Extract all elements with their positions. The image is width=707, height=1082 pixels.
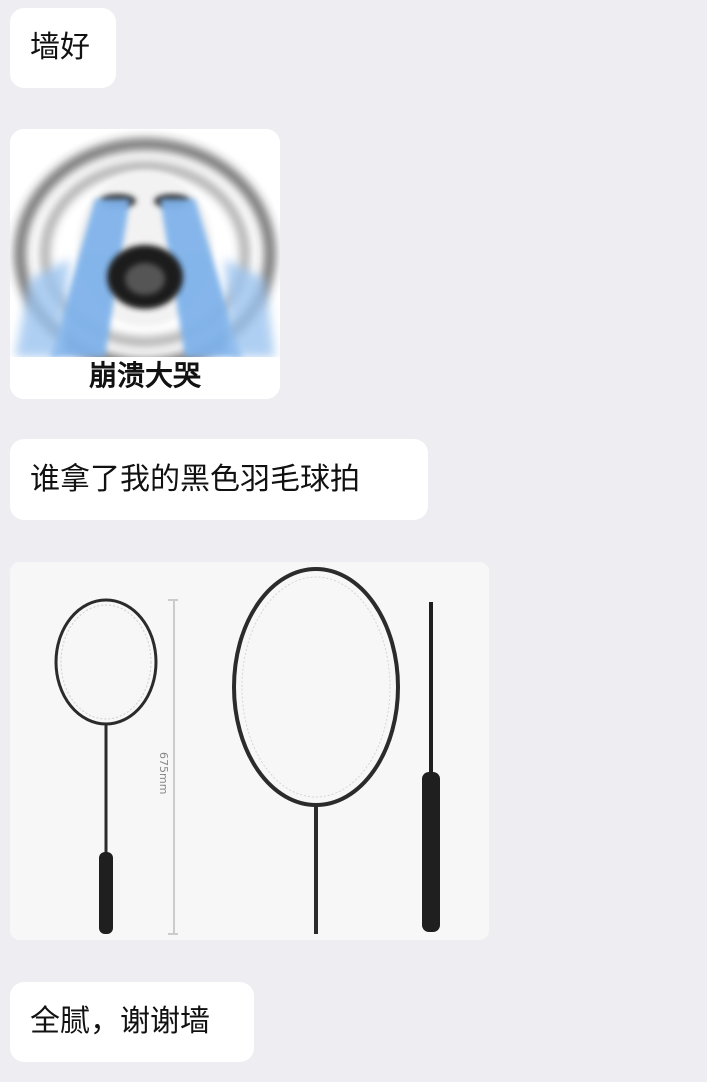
image-message[interactable]: 675mm — [10, 562, 489, 940]
sticker-caption: 崩溃大哭 — [88, 359, 201, 392]
sticker-message[interactable]: 崩溃大哭 — [10, 129, 280, 399]
message-text: 全腻，谢谢墙 — [30, 1004, 210, 1039]
message-bubble[interactable]: 墙好 — [10, 8, 116, 88]
message-bubble[interactable]: 谁拿了我的黑色羽毛球拍 — [10, 439, 428, 520]
message-bubble[interactable]: 全腻，谢谢墙 — [10, 982, 254, 1062]
chat-area: 墙好 崩溃大哭 谁拿了我的黑色羽毛球拍 675mm 全腻，谢谢墙 — [0, 0, 707, 1082]
message-text: 墙好 — [30, 30, 90, 65]
badminton-racket-image — [10, 562, 489, 940]
message-text: 谁拿了我的黑色羽毛球拍 — [30, 461, 360, 497]
dimension-label: 675mm — [157, 752, 170, 795]
